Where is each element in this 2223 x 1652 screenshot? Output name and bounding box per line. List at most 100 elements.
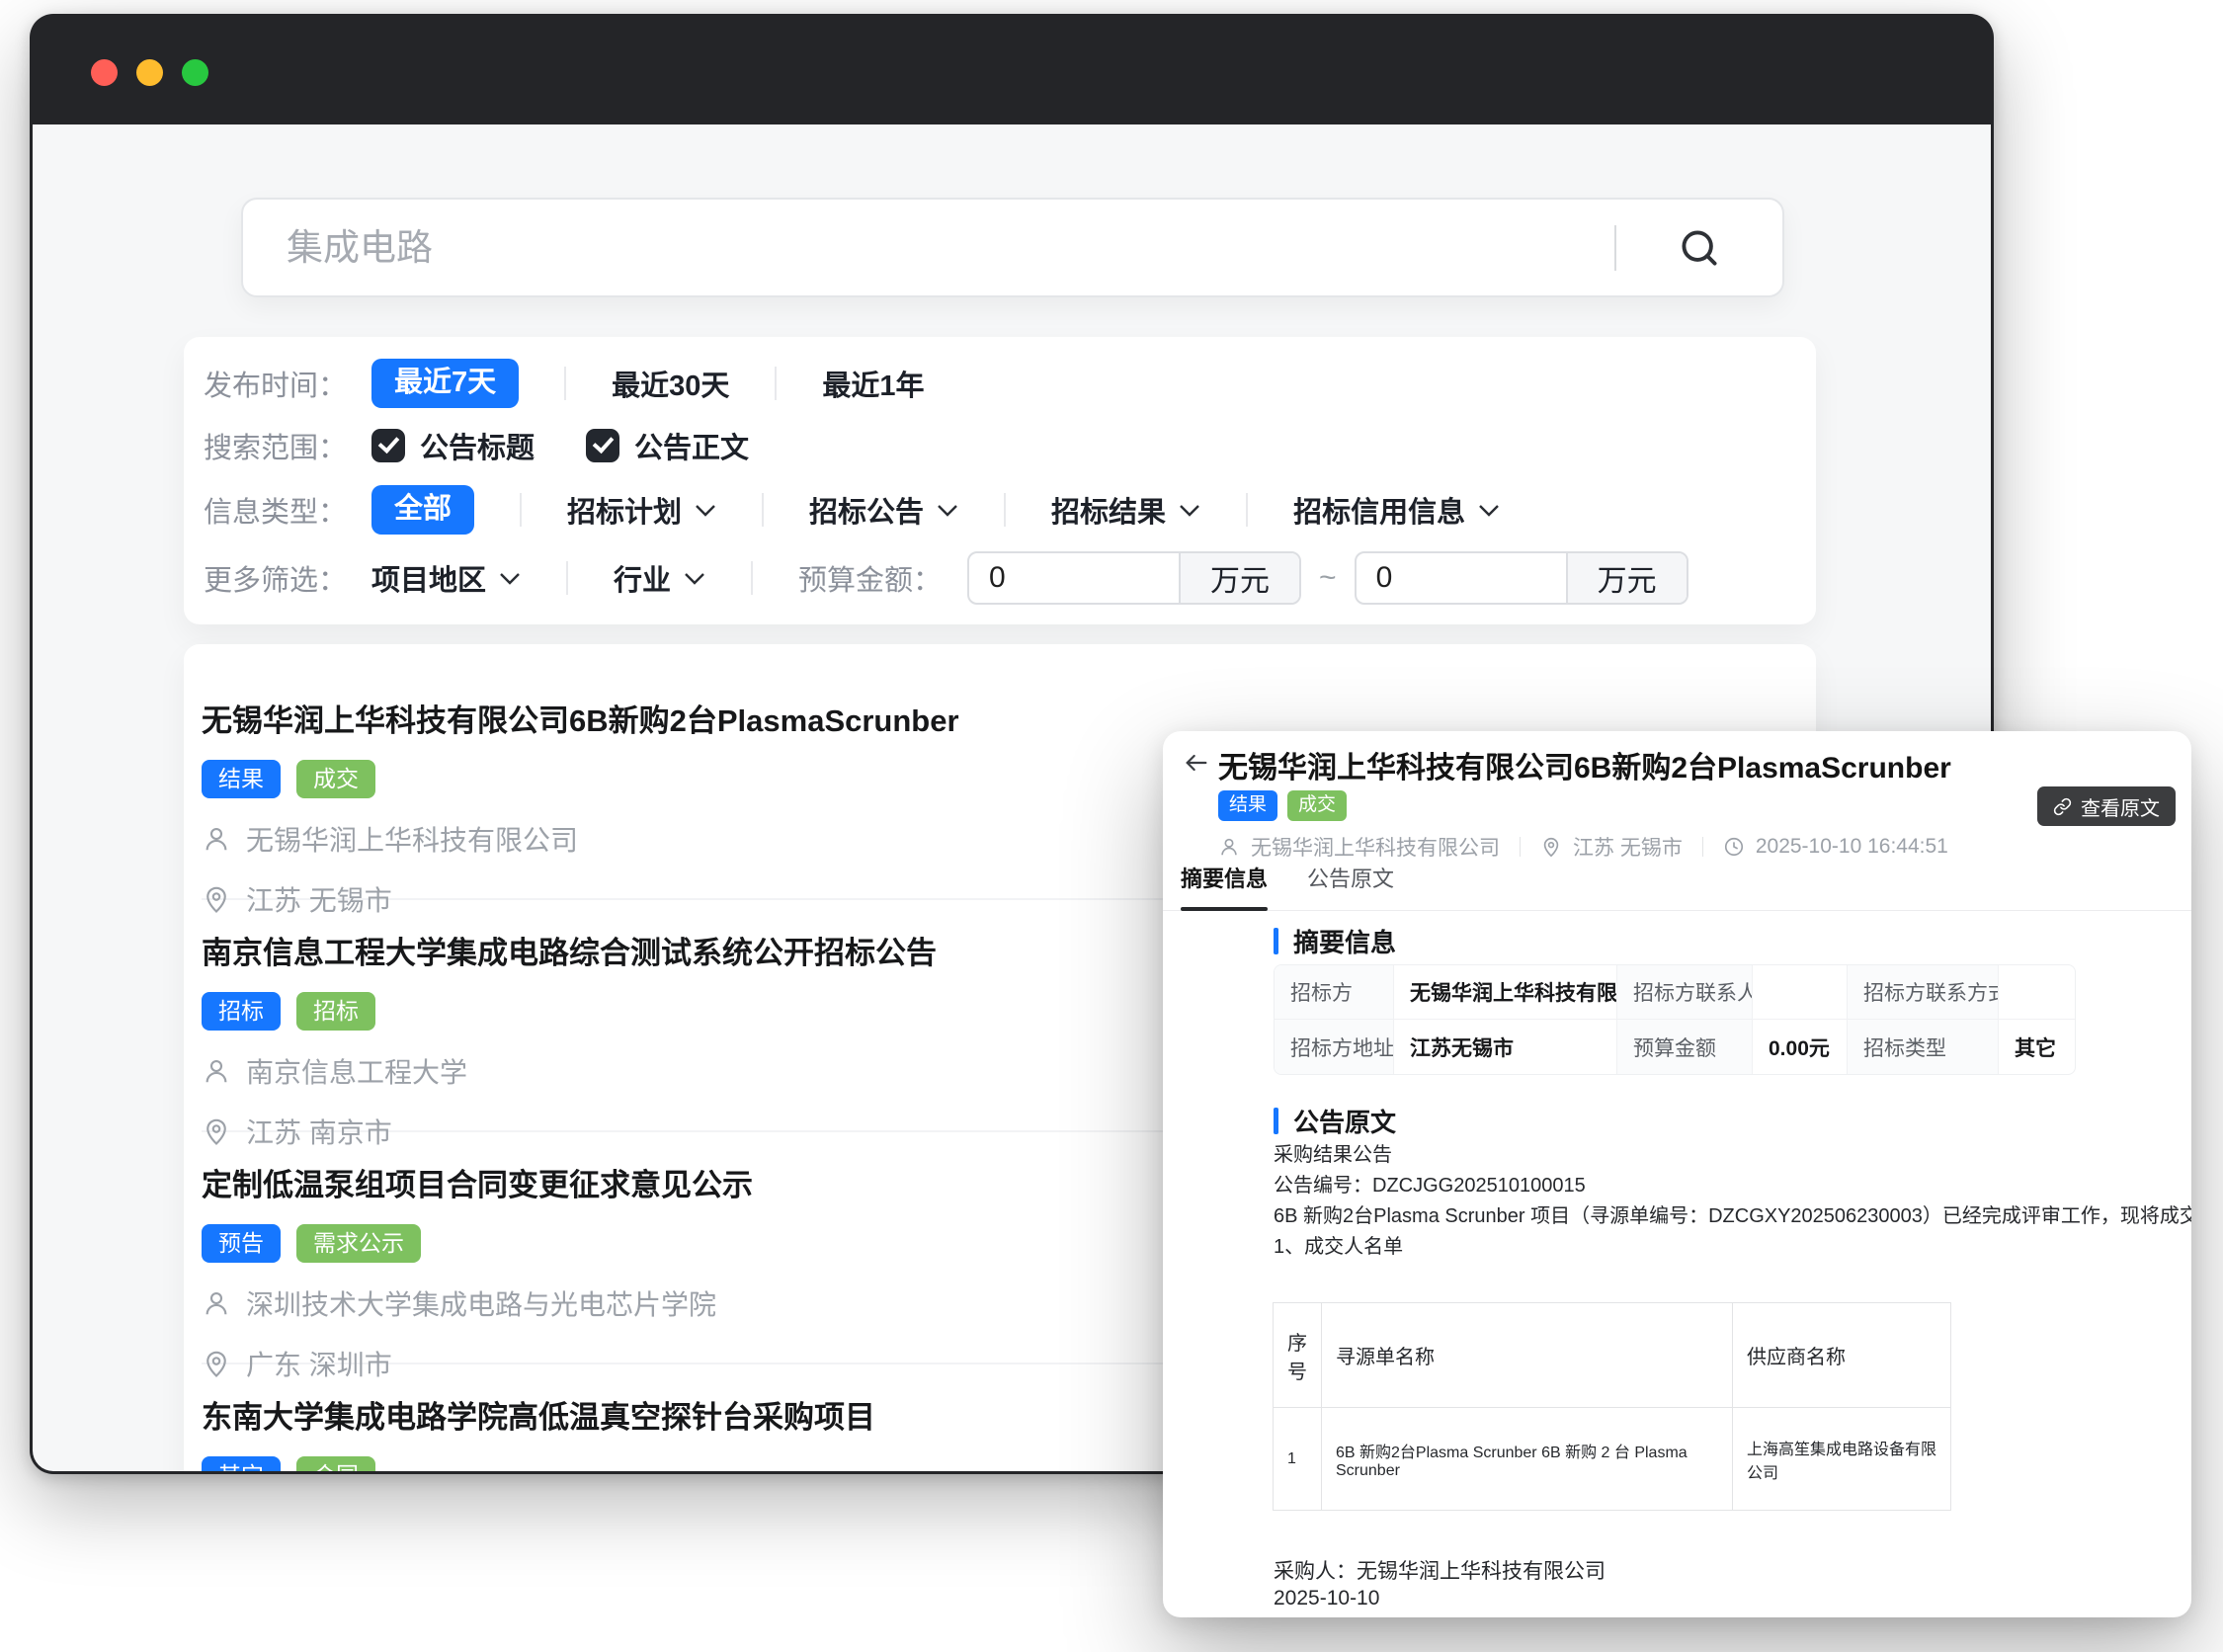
filter-row-search-scope: 搜索范围： 公告标题 公告正文 <box>204 422 1796 469</box>
status-badge: 招标 <box>202 992 281 1031</box>
chevron-down-icon <box>1179 504 1200 517</box>
detail-tags: 结果 成交 <box>1218 790 1347 821</box>
original-section-heading: 公告原文 <box>1274 1103 1396 1139</box>
search-button[interactable] <box>1616 226 1782 270</box>
status-badge: 其它 <box>202 1456 281 1471</box>
summary-value: 江苏无锡市 <box>1394 1020 1617 1074</box>
search-input[interactable] <box>243 200 1614 295</box>
announcement-line: 采购结果公告 <box>1274 1140 2178 1171</box>
budget-min-input[interactable] <box>969 553 1179 603</box>
status-badge: 预告 <box>202 1224 281 1263</box>
info-type-credit-dropdown[interactable]: 招标信用信息 <box>1293 489 1500 531</box>
detail-tab-bar: 摘要信息 公告原文 <box>1163 848 2191 911</box>
divider <box>1246 493 1248 527</box>
budget-max-group: 万元 <box>1355 551 1688 605</box>
result-org: 无锡华润上华科技有限公司 <box>246 819 578 859</box>
map-pin-icon <box>202 884 231 914</box>
announcement-body: 采购结果公告 公告编号：DZCJGG202510100015 6B 新购2台Pl… <box>1274 1140 2178 1263</box>
announcement-line: 6B 新购2台Plasma Scrunber 项目（寻源单编号：DZCGXY20… <box>1274 1201 2178 1232</box>
tab-original[interactable]: 公告原文 <box>1307 862 1394 910</box>
tab-summary[interactable]: 摘要信息 <box>1181 862 1268 910</box>
scope-body-label: 公告正文 <box>634 425 749 466</box>
summary-label: 招标类型 <box>1848 1020 1999 1074</box>
section-accent-bar <box>1274 928 1278 954</box>
filter-publish-time-1year[interactable]: 最近1年 <box>822 363 924 404</box>
summary-label: 招标方 <box>1275 965 1394 1020</box>
scope-body-checkbox-item[interactable]: 公告正文 <box>586 425 749 466</box>
column-header: 寻源单名称 <box>1322 1303 1733 1408</box>
window-titlebar[interactable] <box>30 14 1994 124</box>
result-location: 广东 深圳市 <box>246 1344 392 1383</box>
scope-title-checkbox-item[interactable]: 公告标题 <box>371 425 535 466</box>
date-line: 2025-10-10 <box>1274 1587 1379 1611</box>
info-type-plan-dropdown[interactable]: 招标计划 <box>567 489 716 531</box>
filter-row-more: 更多筛选： 项目地区 行业 预算金额： 万元 ~ <box>204 550 1796 606</box>
close-button[interactable] <box>91 59 118 86</box>
publish-time-label: 发布时间： <box>204 363 371 404</box>
divider <box>762 493 764 527</box>
checkbox-checked-icon[interactable] <box>586 429 619 462</box>
divider <box>751 561 753 595</box>
summary-value: 其它 <box>1999 1020 2075 1074</box>
summary-label: 招标方联系方式 <box>1848 965 1999 1020</box>
map-pin-icon <box>202 1116 231 1146</box>
info-type-label: 信息类型： <box>204 489 371 531</box>
summary-value: 0.00元 <box>1753 1020 1848 1074</box>
link-icon <box>2053 797 2072 816</box>
window-controls <box>91 59 208 86</box>
announcement-line: 1、成交人名单 <box>1274 1232 2178 1263</box>
info-type-announcement-dropdown[interactable]: 招标公告 <box>809 489 958 531</box>
budget-min-unit: 万元 <box>1179 553 1299 603</box>
divider <box>775 367 777 400</box>
filter-panel: 发布时间： 最近7天 最近30天 最近1年 搜索范围： 公告标题 公告正文 <box>184 337 1816 624</box>
view-original-button[interactable]: 查看原文 <box>2037 786 2176 826</box>
detail-panel: 无锡华润上华科技有限公司6B新购2台PlasmaScrunber 结果 成交 查… <box>1163 731 2191 1617</box>
chevron-down-icon <box>695 504 716 517</box>
divider <box>566 561 568 595</box>
filter-publish-time-30days[interactable]: 最近30天 <box>612 363 729 404</box>
person-icon <box>202 824 231 854</box>
budget-max-input[interactable] <box>1357 553 1566 603</box>
status-badge: 合同 <box>296 1456 375 1471</box>
industry-dropdown[interactable]: 行业 <box>614 557 705 599</box>
chevron-down-icon <box>684 572 705 585</box>
chevron-down-icon <box>1478 504 1500 517</box>
summary-value <box>1753 965 1848 1020</box>
summary-label: 招标方地址 <box>1275 1020 1394 1074</box>
back-button[interactable] <box>1183 749 1210 782</box>
status-badge: 成交 <box>296 760 375 798</box>
person-icon <box>202 1288 231 1318</box>
status-badge: 需求公示 <box>296 1224 421 1263</box>
minimize-button[interactable] <box>136 59 163 86</box>
region-dropdown[interactable]: 项目地区 <box>371 557 521 599</box>
supplier-table: 序号 寻源单名称 供应商名称 1 6B 新购2台Plasma Scrunber … <box>1273 1302 1951 1511</box>
summary-value <box>1999 965 2075 1020</box>
announcement-line: 公告编号：DZCJGG202510100015 <box>1274 1171 2178 1201</box>
table-cell: 1 <box>1274 1408 1322 1511</box>
summary-table: 招标方 无锡华润上华科技有限公司 招标方联系人 招标方联系方式 招标方地址 江苏… <box>1274 964 2076 1075</box>
budget-min-group: 万元 <box>967 551 1301 605</box>
result-location: 江苏 无锡市 <box>246 879 392 919</box>
table-cell: 6B 新购2台Plasma Scrunber 6B 新购 2 台 Plasma … <box>1322 1408 1733 1511</box>
zoom-button[interactable] <box>182 59 208 86</box>
filter-row-publish-time: 发布时间： 最近7天 最近30天 最近1年 <box>204 359 1796 408</box>
info-type-all[interactable]: 全部 <box>371 485 474 535</box>
result-org: 南京信息工程大学 <box>246 1051 467 1091</box>
info-type-result-dropdown[interactable]: 招标结果 <box>1051 489 1200 531</box>
filter-publish-time-7days[interactable]: 最近7天 <box>371 359 519 408</box>
filter-row-info-type: 信息类型： 全部 招标计划 招标公告 招标结果 <box>204 483 1796 537</box>
person-icon <box>202 1056 231 1086</box>
search-bar <box>241 198 1784 297</box>
status-badge: 招标 <box>296 992 375 1031</box>
table-header-row: 序号 寻源单名称 供应商名称 <box>1274 1303 1951 1408</box>
detail-title: 无锡华润上华科技有限公司6B新购2台PlasmaScrunber <box>1218 743 2009 786</box>
summary-label: 预算金额 <box>1617 1020 1753 1074</box>
divider <box>564 367 566 400</box>
table-row: 1 6B 新购2台Plasma Scrunber 6B 新购 2 台 Plasm… <box>1274 1408 1951 1511</box>
map-pin-icon <box>202 1349 231 1378</box>
chevron-down-icon <box>937 504 958 517</box>
search-icon <box>1678 226 1721 270</box>
summary-section-heading: 摘要信息 <box>1274 923 1396 959</box>
table-cell: 上海高笙集成电路设备有限公司 <box>1733 1408 1951 1511</box>
checkbox-checked-icon[interactable] <box>371 429 405 462</box>
